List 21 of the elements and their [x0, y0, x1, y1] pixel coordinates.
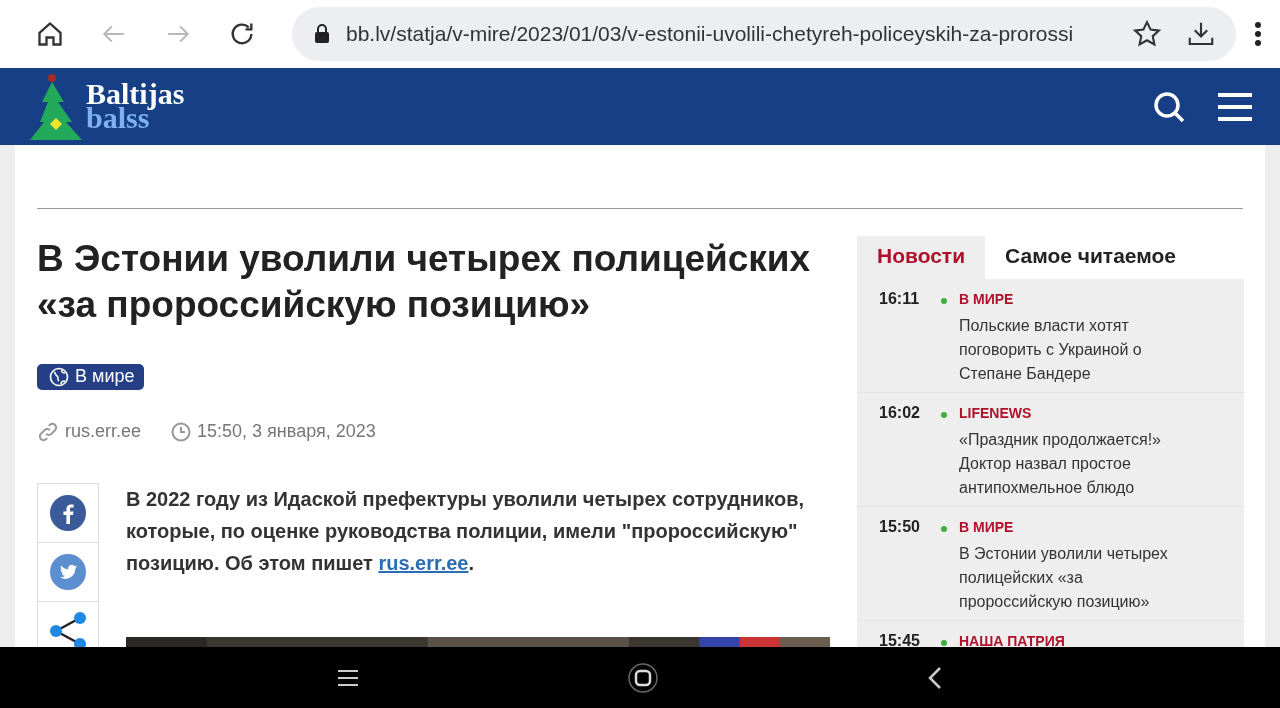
url-text: bb.lv/statja/v-mire/2023/01/03/v-estonii-uvolili-chetyreh-policeyskih-za-prorossi	[346, 22, 1075, 46]
rubric-tag[interactable]: В мире	[37, 364, 145, 390]
article-title: В Эстонии уволили четырех полицейских «за пророссийскую позицию»	[37, 237, 812, 327]
address-bar[interactable]: bb.lv/statja/v-mire/2023/01/03/v-estonii-uvolili-chetyreh-policeyskih-za-prorossi	[292, 7, 1236, 61]
news-time: 15:50	[879, 517, 921, 537]
news-headline[interactable]: «Праздник продолжается!» Доктор назвал простое антипохмельное блюдо	[959, 428, 1195, 502]
site-logo[interactable]: Baltijas balss	[28, 73, 185, 140]
news-time: 16:11	[879, 289, 921, 309]
news-time: 16:02	[879, 403, 921, 423]
source-link[interactable]: rus.err.ee	[378, 551, 469, 574]
news-category[interactable]: В МИРЕ	[959, 288, 1244, 310]
news-category[interactable]: В МИРЕ	[959, 516, 1244, 538]
news-headline[interactable]: В Эстонии уволили четырех полицейских «за пророссийскую позицию»	[959, 542, 1195, 616]
news-time: 15:45	[879, 631, 921, 647]
article-lead: В 2022 году из Идаской префектуры уволили четырех сотрудников, которые, по оценке руководства полиции, имели "пророссийскую" позицию. Об этом пишет rus.err.ee.	[126, 486, 806, 576]
news-category[interactable]: НАША ПАТРИЯ	[959, 630, 1244, 647]
date-text: 15:50, 3 января, 2023	[197, 421, 376, 442]
source-text: rus.err.ee	[65, 421, 142, 442]
news-category[interactable]: LIFENEWS	[959, 402, 1244, 424]
news-headline[interactable]: Польские власти хотят поговорить с Украиной о Степане Бандере	[959, 314, 1195, 388]
news-tab[interactable]: Новости	[857, 236, 986, 279]
